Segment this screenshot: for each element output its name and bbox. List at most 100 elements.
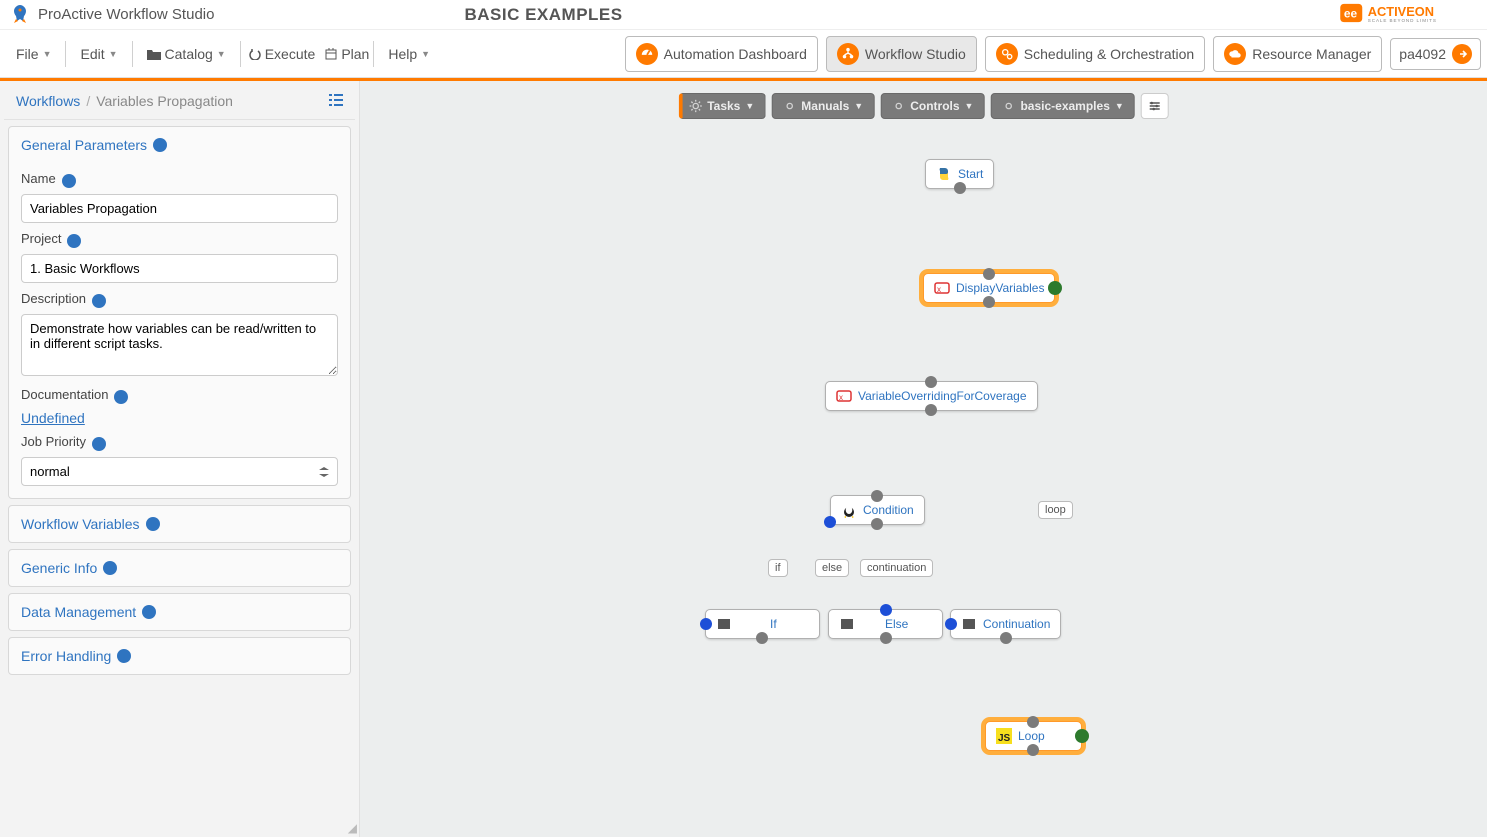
- node-label: Loop: [1018, 729, 1045, 743]
- panel-generic-info: Generic Infoi: [8, 549, 351, 587]
- svg-text:JS: JS: [998, 733, 1011, 744]
- script-icon: [839, 616, 855, 632]
- palette-tasks[interactable]: Tasks▼: [678, 93, 765, 119]
- brand-logo: eeACTIVEONSCALE BEYOND LIMITS: [1339, 2, 1479, 27]
- node-if[interactable]: If: [705, 609, 820, 639]
- nav-resource-manager[interactable]: Resource Manager: [1213, 36, 1382, 72]
- title-left: ProActive Workflow Studio: [8, 3, 214, 27]
- label-description: Description: [21, 291, 86, 306]
- logout-icon: [1456, 48, 1468, 60]
- gear-icon: [891, 99, 905, 113]
- info-icon: i: [103, 561, 117, 575]
- link-documentation[interactable]: Undefined: [21, 410, 85, 426]
- python-icon: [936, 166, 952, 182]
- info-icon: i: [117, 649, 131, 663]
- textarea-description[interactable]: Demonstrate how variables can be read/wr…: [21, 314, 338, 376]
- palette-manuals[interactable]: Manuals▼: [771, 93, 874, 119]
- branch-label-if: if: [768, 559, 788, 577]
- panel-header-workflow-variables[interactable]: Workflow Variablesi: [9, 506, 350, 542]
- sliders-icon: [1149, 100, 1161, 112]
- page-title: BASIC EXAMPLES: [464, 5, 622, 25]
- gears-icon: [1000, 47, 1014, 61]
- svg-text:x: x: [839, 393, 843, 402]
- info-icon: i: [92, 294, 106, 308]
- main-toolbar: File▼ Edit▼ Catalog▼ Execute Plan Hel: [0, 30, 1487, 78]
- studio-icon: [841, 47, 855, 61]
- panel-header-data-management[interactable]: Data Managementi: [9, 594, 350, 630]
- cloud-icon: [1228, 47, 1242, 61]
- nav-automation-dashboard[interactable]: Automation Dashboard: [625, 36, 818, 72]
- gear-icon: [1001, 99, 1015, 113]
- palette-basic-examples[interactable]: basic-examples▼: [990, 93, 1134, 119]
- panel-header-generic-info[interactable]: Generic Infoi: [9, 550, 350, 586]
- panel-data-management: Data Managementi: [8, 593, 351, 631]
- breadcrumb-root[interactable]: Workflows: [16, 93, 80, 109]
- node-display-variables[interactable]: x DisplayVariables: [923, 273, 1055, 303]
- gear-icon: [688, 99, 702, 113]
- branch-label-else: else: [815, 559, 849, 577]
- label-project: Project: [21, 231, 61, 246]
- node-label: If: [770, 617, 777, 631]
- canvas-toolbar: Tasks▼ Manuals▼ Controls▼ basic-examples…: [678, 93, 1169, 119]
- properties-sidebar: Workflows / Variables Propagation Genera…: [0, 81, 360, 837]
- dashboard-icon: [640, 47, 654, 61]
- edges-layer: [360, 81, 660, 231]
- menu-catalog[interactable]: Catalog▼: [137, 38, 236, 70]
- label-priority: Job Priority: [21, 434, 86, 449]
- node-label: Continuation: [983, 617, 1050, 631]
- node-condition[interactable]: Condition: [830, 495, 925, 525]
- node-loop[interactable]: JS Loop: [985, 721, 1082, 751]
- node-label: Condition: [863, 503, 914, 517]
- node-label: DisplayVariables: [956, 281, 1044, 295]
- execute-icon: [249, 48, 261, 60]
- node-continuation[interactable]: Continuation: [950, 609, 1061, 639]
- workflow-canvas[interactable]: Tasks▼ Manuals▼ Controls▼ basic-examples…: [360, 81, 1487, 837]
- nav-scheduling[interactable]: Scheduling & Orchestration: [985, 36, 1205, 72]
- script-icon: [716, 616, 732, 632]
- linux-icon: [841, 502, 857, 518]
- panel-workflow-variables: Workflow Variablesi: [8, 505, 351, 543]
- user-menu[interactable]: pa4092: [1390, 38, 1481, 70]
- branch-label-continuation: continuation: [860, 559, 933, 577]
- plan-button[interactable]: Plan: [325, 46, 369, 62]
- info-icon: i: [146, 517, 160, 531]
- input-project[interactable]: [21, 254, 338, 283]
- execute-button[interactable]: Execute: [249, 46, 316, 62]
- info-icon: i: [114, 390, 128, 404]
- variable-icon: x: [836, 388, 852, 404]
- palette-settings-button[interactable]: [1141, 93, 1169, 119]
- menu-file[interactable]: File▼: [6, 38, 61, 70]
- select-priority[interactable]: normal: [21, 457, 338, 486]
- info-icon: i: [67, 234, 81, 248]
- node-label: Start: [958, 167, 983, 181]
- rocket-icon: [8, 3, 32, 27]
- panel-header-error-handling[interactable]: Error Handlingi: [9, 638, 350, 674]
- branch-label-loop: loop: [1038, 501, 1073, 519]
- script-icon: [961, 616, 977, 632]
- app-header: ProActive Workflow Studio BASIC EXAMPLES…: [0, 0, 1487, 30]
- menu-help[interactable]: Help▼: [378, 38, 440, 70]
- info-icon: i: [92, 437, 106, 451]
- input-name[interactable]: [21, 194, 338, 223]
- node-label: VariableOverridingForCoverage: [858, 389, 1027, 403]
- node-variable-overriding[interactable]: x VariableOverridingForCoverage: [825, 381, 1038, 411]
- svg-text:ACTIVEON: ACTIVEON: [1368, 4, 1434, 19]
- node-label: Else: [885, 617, 908, 631]
- panel-header-general[interactable]: General Parametersi: [9, 127, 350, 163]
- list-view-icon[interactable]: [329, 93, 343, 109]
- info-icon: i: [142, 605, 156, 619]
- nav-workflow-studio[interactable]: Workflow Studio: [826, 36, 977, 72]
- folder-icon: [147, 48, 161, 60]
- panel-general-parameters: General Parametersi Namei Projecti Descr…: [8, 126, 351, 499]
- node-else[interactable]: Else: [828, 609, 943, 639]
- variable-icon: x: [934, 280, 950, 296]
- node-start[interactable]: Start: [925, 159, 994, 189]
- info-icon: i: [62, 174, 76, 188]
- palette-controls[interactable]: Controls▼: [880, 93, 984, 119]
- sidebar-resize-handle[interactable]: ◢: [348, 821, 357, 835]
- svg-text:x: x: [937, 285, 941, 294]
- app-title: ProActive Workflow Studio: [38, 6, 214, 23]
- label-documentation: Documentation: [21, 387, 108, 402]
- breadcrumb: Workflows / Variables Propagation: [4, 87, 355, 120]
- menu-edit[interactable]: Edit▼: [70, 38, 127, 70]
